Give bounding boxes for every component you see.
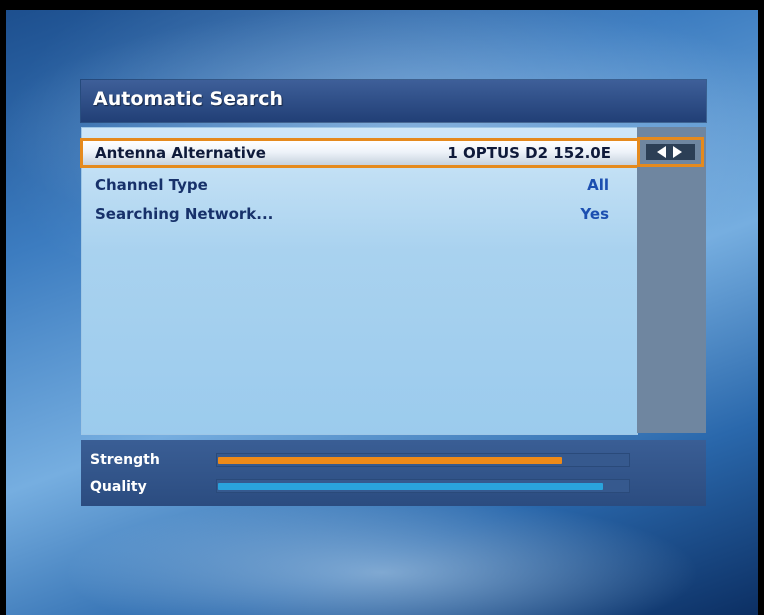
- selector-arrows: [646, 144, 695, 160]
- strength-bar: [216, 453, 630, 467]
- strength-label: Strength: [90, 452, 160, 468]
- row-label: Antenna Alternative: [95, 144, 266, 162]
- arrow-right-icon[interactable]: [673, 146, 682, 158]
- quality-label: Quality: [90, 479, 147, 495]
- settings-list: Antenna Alternative 1 OPTUS D2 152.0E Ch…: [80, 127, 640, 435]
- row-label: Channel Type: [95, 176, 208, 194]
- menu-row-antenna-alternative[interactable]: Antenna Alternative 1 OPTUS D2 152.0E: [80, 138, 640, 168]
- signal-panel: Strength Quality: [81, 440, 706, 506]
- page-title: Automatic Search: [93, 88, 284, 110]
- title-bar: Automatic Search: [81, 80, 706, 122]
- value-selector[interactable]: [637, 137, 704, 167]
- row-value: 1 OPTUS D2 152.0E: [447, 144, 611, 162]
- strength-bar-fill: [218, 457, 562, 464]
- quality-bar-fill: [218, 483, 603, 490]
- quality-bar: [216, 479, 630, 493]
- row-value: All: [587, 176, 609, 194]
- row-value: Yes: [580, 205, 609, 223]
- arrow-left-icon[interactable]: [657, 146, 666, 158]
- side-panel: [637, 127, 706, 433]
- menu-row-searching-network[interactable]: Searching Network... Yes: [82, 201, 637, 228]
- row-label: Searching Network...: [95, 205, 274, 223]
- menu-row-channel-type[interactable]: Channel Type All: [82, 172, 637, 199]
